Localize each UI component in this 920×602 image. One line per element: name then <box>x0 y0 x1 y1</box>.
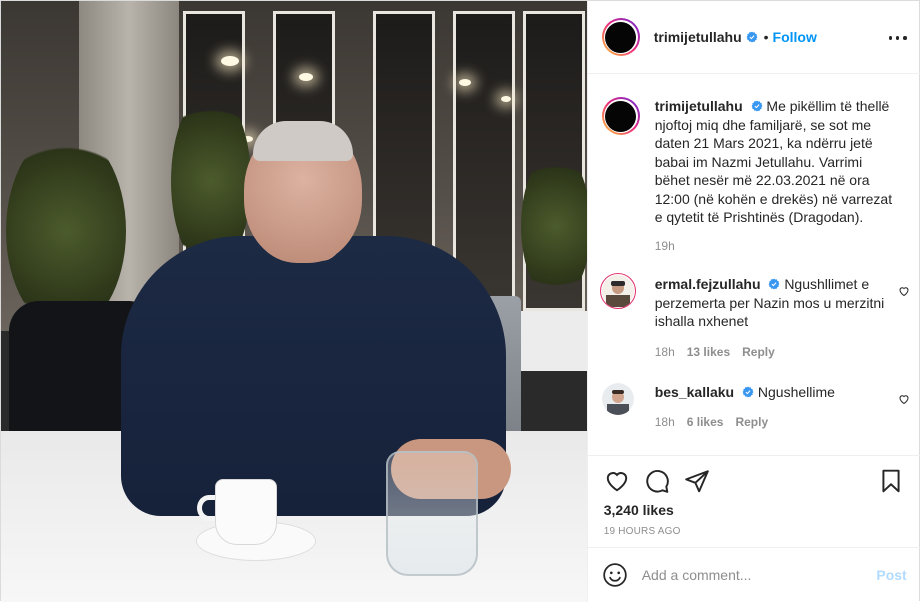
comment-icon[interactable] <box>644 468 670 494</box>
verified-badge-icon <box>742 386 754 398</box>
author-avatar[interactable] <box>601 18 640 56</box>
follow-button[interactable]: Follow <box>773 29 817 45</box>
comment-like-heart-icon[interactable] <box>898 285 910 297</box>
comment-meta: 18h 13 likes Reply <box>655 345 775 359</box>
photo-water-glass <box>386 451 478 576</box>
bookmark-icon[interactable] <box>878 468 904 494</box>
caption-meta: 19h <box>655 239 675 253</box>
verified-badge-icon <box>751 100 762 112</box>
photo-ceiling-light <box>459 79 471 86</box>
photo-coffee-cup <box>215 479 277 545</box>
verified-badge-icon <box>746 31 758 43</box>
comment-username[interactable]: bes_kallaku <box>655 384 734 400</box>
post-age[interactable]: 19 HOURS AGO <box>604 526 681 537</box>
comment-input[interactable] <box>641 567 877 583</box>
comment-timestamp[interactable]: 18h <box>655 415 675 429</box>
emoji-icon[interactable] <box>602 562 628 588</box>
comment-text-block: bes_kallaku Ngushellime <box>655 383 895 402</box>
commenter-avatar[interactable] <box>601 383 634 415</box>
commenter-avatar[interactable] <box>599 273 636 309</box>
comment-text-block: ermal.fejzullahu Ngushllimet e perzemert… <box>655 275 895 331</box>
post-actions: 3,240 likes 19 HOURS AGO <box>587 455 920 547</box>
caption-author-avatar[interactable] <box>601 97 640 135</box>
photo-person-hair <box>253 121 353 161</box>
likes-count[interactable]: 3,240 likes <box>604 502 674 518</box>
verified-badge-icon <box>769 278 780 290</box>
reply-button[interactable]: Reply <box>735 415 768 429</box>
post-header: trimijetullahu • Follow <box>587 1 920 74</box>
comment-timestamp[interactable]: 18h <box>655 345 675 359</box>
caption-timestamp[interactable]: 19h <box>655 239 675 253</box>
photo-ceiling-light <box>501 96 511 102</box>
comment-text: Ngushellime <box>757 384 835 400</box>
comment-likes[interactable]: 6 likes <box>687 415 724 429</box>
comments-section[interactable]: trimijetullahu Me pikëllim të thellë njo… <box>588 75 920 455</box>
header-separator: • <box>763 29 769 45</box>
comment-meta: 18h 6 likes Reply <box>655 415 768 429</box>
share-icon[interactable] <box>684 468 710 494</box>
heart-icon[interactable] <box>604 468 630 494</box>
photo-ceiling-light <box>221 56 239 66</box>
post-photo[interactable] <box>1 1 587 602</box>
post-comment-button[interactable]: Post <box>876 567 906 583</box>
post-side-panel: trimijetullahu • Follow trimijetullahu M… <box>586 1 920 602</box>
instagram-post-modal: trimijetullahu • Follow trimijetullahu M… <box>0 0 920 602</box>
caption-text-block: trimijetullahu Me pikëllim të thellë njo… <box>655 97 895 227</box>
comment-username[interactable]: ermal.fejzullahu <box>655 276 761 292</box>
caption-username[interactable]: trimijetullahu <box>655 98 743 114</box>
author-username[interactable]: trimijetullahu <box>654 29 742 45</box>
caption-text: Me pikëllim të thellë njoftoj miq dhe fa… <box>654 98 893 225</box>
more-options-icon[interactable] <box>888 29 907 47</box>
add-comment-bar: Post <box>587 547 920 602</box>
photo-ceiling-light <box>299 73 313 81</box>
comment-likes[interactable]: 13 likes <box>687 345 730 359</box>
reply-button[interactable]: Reply <box>742 345 775 359</box>
photo-plant <box>521 151 587 301</box>
comment-like-heart-icon[interactable] <box>898 393 910 405</box>
